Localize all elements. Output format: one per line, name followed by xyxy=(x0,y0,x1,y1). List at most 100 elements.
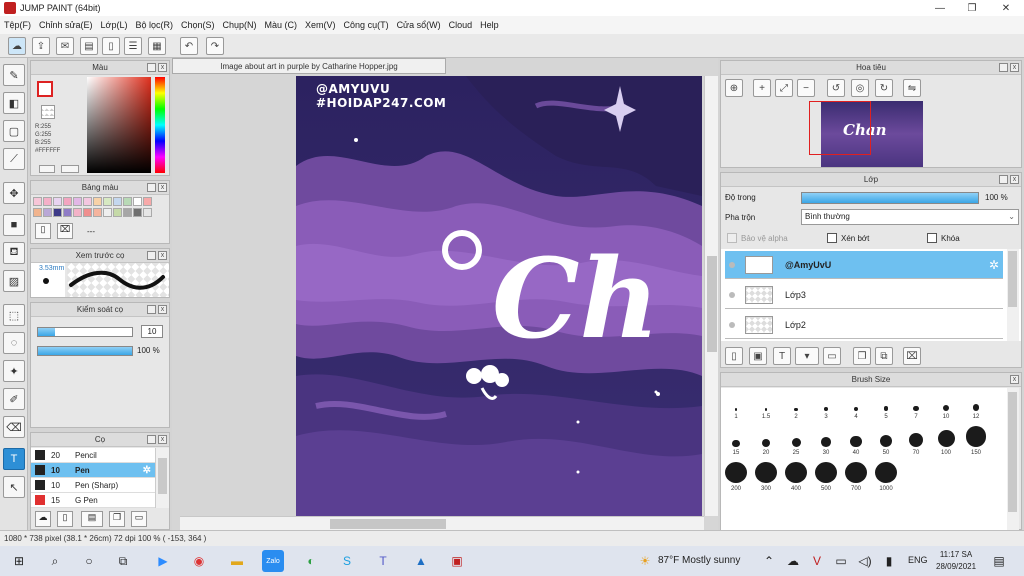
duplicate-layer-icon[interactable]: ❐ xyxy=(853,347,871,365)
close-icon[interactable]: x xyxy=(158,251,167,260)
menu-help[interactable]: Help xyxy=(476,20,503,30)
brush-size-option[interactable]: 2 xyxy=(781,390,811,420)
color-swatch[interactable] xyxy=(43,208,52,217)
menu-layer[interactable]: Lớp(L) xyxy=(97,20,132,30)
flip-icon[interactable]: ⇋ xyxy=(903,79,921,97)
color-swatch[interactable] xyxy=(93,208,102,217)
file-explorer-icon[interactable]: ▬ xyxy=(226,550,248,572)
brush-list-item[interactable]: 10 Pen ✲ xyxy=(31,463,155,478)
minimize-button[interactable]: — xyxy=(924,0,956,16)
zoom-in-icon[interactable]: + xyxy=(753,79,771,97)
canvas-horizontal-scrollbar[interactable] xyxy=(180,516,704,530)
menu-edit[interactable]: Chỉnh sửa(E) xyxy=(35,20,97,30)
battery-icon[interactable]: ▮ xyxy=(878,550,900,572)
protect-alpha-checkbox[interactable] xyxy=(727,233,737,243)
color-mode-button[interactable] xyxy=(39,165,55,173)
new-raster-layer-icon[interactable]: ▣ xyxy=(749,347,767,365)
pen-tool-icon[interactable]: ✎ xyxy=(3,64,25,86)
reset-view-icon[interactable]: ◎ xyxy=(851,79,869,97)
brush-size-option[interactable]: 1000 xyxy=(871,462,901,492)
menu-cloud[interactable]: Cloud xyxy=(445,20,477,30)
color-swatch[interactable] xyxy=(53,197,62,206)
restore-icon[interactable] xyxy=(999,175,1008,184)
gradient-tool-icon[interactable]: ▨ xyxy=(3,270,25,292)
color-swatch[interactable] xyxy=(33,208,42,217)
eye-icon[interactable] xyxy=(729,321,735,328)
brush-list-item[interactable]: 10 Pen (Sharp) xyxy=(31,478,155,493)
brush-size-option[interactable]: 100 xyxy=(931,426,961,456)
restore-icon[interactable] xyxy=(147,251,156,260)
comment-icon[interactable]: ✉ xyxy=(56,37,74,55)
brush-size-option[interactable]: 25 xyxy=(781,426,811,456)
brush-size-option[interactable]: 70 xyxy=(901,426,931,456)
color-swatch[interactable] xyxy=(103,197,112,206)
trash-icon[interactable]: ⌧ xyxy=(57,223,73,239)
zoom-app-icon[interactable]: ▶ xyxy=(152,550,174,572)
restore-icon[interactable] xyxy=(147,183,156,192)
close-icon[interactable]: x xyxy=(1010,375,1019,384)
clock[interactable]: 11:17 SA 28/09/2021 xyxy=(936,549,976,573)
undo-icon[interactable]: ↶ xyxy=(180,37,198,55)
hue-slider[interactable] xyxy=(155,77,165,173)
brush-size-option[interactable]: 1 xyxy=(721,390,751,420)
notification-icon[interactable]: ▤ xyxy=(988,550,1010,572)
blend-mode-select[interactable]: Bình thường ⌄ xyxy=(801,209,1019,225)
menu-capture[interactable]: Chụp(N) xyxy=(219,20,261,30)
color-swatch[interactable] xyxy=(133,197,142,206)
redo-icon[interactable]: ↷ xyxy=(206,37,224,55)
color-swatch[interactable] xyxy=(83,208,92,217)
menu-file[interactable]: Tệp(F) xyxy=(0,20,35,30)
canvas-vertical-scrollbar[interactable] xyxy=(704,76,718,516)
brush-size-option[interactable]: 15 xyxy=(721,426,751,456)
brush-size-slider[interactable] xyxy=(37,327,133,337)
color-swatch[interactable] xyxy=(133,208,142,217)
menu-select[interactable]: Chọn(S) xyxy=(177,20,219,30)
color-swatch[interactable] xyxy=(73,197,82,206)
brush-size-option[interactable]: 500 xyxy=(811,462,841,492)
color-swatch[interactable] xyxy=(123,208,132,217)
restore-icon[interactable] xyxy=(147,305,156,314)
fit-icon[interactable]: ⤢ xyxy=(775,79,793,97)
task-view-icon[interactable]: ⧉ xyxy=(112,550,134,572)
photos-icon[interactable]: ▲ xyxy=(410,550,432,572)
close-button[interactable]: ✕ xyxy=(990,0,1022,16)
menu-tools[interactable]: Công cụ(T) xyxy=(340,20,393,30)
color-saturation-picker[interactable] xyxy=(87,77,151,173)
jump-paint-taskbar-icon[interactable]: ▣ xyxy=(446,550,468,572)
list-icon[interactable]: ☰ xyxy=(124,37,142,55)
gear-icon[interactable]: ✲ xyxy=(143,465,151,476)
operation-tool-icon[interactable]: ↖ xyxy=(3,476,25,498)
share-icon[interactable]: ⇪ xyxy=(32,37,50,55)
skype-icon[interactable]: S xyxy=(336,550,358,572)
layer-row[interactable]: Lớp2 xyxy=(725,311,1003,339)
rectangle-tool-icon[interactable]: ▢ xyxy=(3,120,25,142)
brush-size-option[interactable]: 12 xyxy=(961,390,991,420)
weather-text[interactable]: 87°F Mostly sunny xyxy=(658,555,740,566)
brush-size-option[interactable]: 400 xyxy=(781,462,811,492)
new-text-layer-icon[interactable]: T xyxy=(773,347,791,365)
color-swatch[interactable] xyxy=(143,197,152,206)
brush-size-option[interactable]: 50 xyxy=(871,426,901,456)
bucket-tool-icon[interactable]: ⛾ xyxy=(3,242,25,264)
color-swatch[interactable] xyxy=(113,197,122,206)
cortana-icon[interactable]: ○ xyxy=(78,550,100,572)
zoom-icon[interactable]: ⊕ xyxy=(725,79,743,97)
brush-size-option[interactable]: 300 xyxy=(751,462,781,492)
document-icon[interactable]: ▯ xyxy=(102,37,120,55)
menu-filter[interactable]: Bộ lọc(R) xyxy=(131,20,177,30)
color-swatch[interactable] xyxy=(63,208,72,217)
close-icon[interactable]: x xyxy=(158,305,167,314)
layer-folder-icon[interactable]: ▭ xyxy=(823,347,841,365)
restore-icon[interactable] xyxy=(147,435,156,444)
lock-checkbox[interactable] xyxy=(927,233,937,243)
color-swatch[interactable] xyxy=(83,197,92,206)
folder-icon[interactable]: ▭ xyxy=(131,511,147,527)
new-layer-icon[interactable]: ▯ xyxy=(725,347,743,365)
clip-checkbox[interactable] xyxy=(827,233,837,243)
gear-icon[interactable]: ✲ xyxy=(989,258,999,272)
color-swatch[interactable] xyxy=(33,197,42,206)
restore-icon[interactable] xyxy=(147,63,156,72)
cloud-icon[interactable]: ☁ xyxy=(8,37,26,55)
coccoc-icon[interactable]: ◐ xyxy=(300,550,322,572)
brush-size-option[interactable]: 40 xyxy=(841,426,871,456)
